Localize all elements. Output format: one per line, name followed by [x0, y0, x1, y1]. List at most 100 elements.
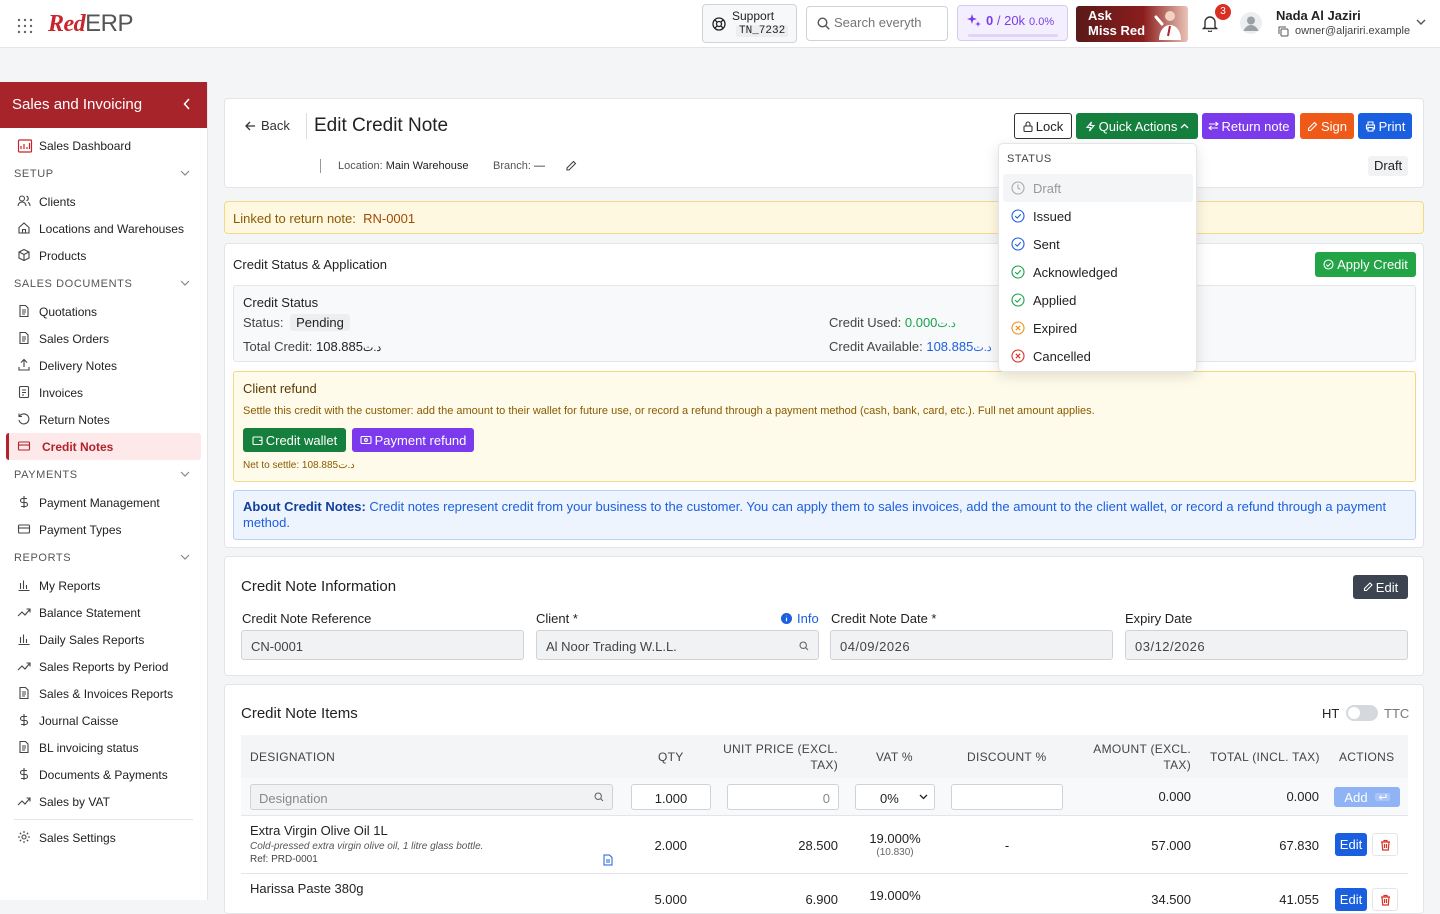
copy-icon[interactable]: [1278, 26, 1289, 37]
quick-actions-button[interactable]: Quick Actions: [1076, 113, 1198, 139]
currency-symbol: د.ت: [338, 460, 355, 471]
chevron-down-icon[interactable]: [1416, 19, 1426, 26]
app-logo[interactable]: RedERP: [48, 10, 134, 38]
edit-item-button[interactable]: Edit: [1335, 833, 1367, 856]
sign-button[interactable]: Sign: [1300, 113, 1354, 139]
sidebar-item-bl-invoicing-status[interactable]: BL invoicing status: [0, 734, 207, 761]
delete-item-button[interactable]: [1372, 833, 1398, 856]
credit-note-date-field[interactable]: 04/09/2026: [830, 630, 1113, 660]
pencil-icon[interactable]: [565, 160, 577, 172]
status-option-applied[interactable]: Applied: [1003, 286, 1193, 314]
collapse-sidebar-icon[interactable]: [183, 98, 191, 110]
back-button[interactable]: Back: [245, 118, 290, 133]
apply-credit-button[interactable]: Apply Credit: [1315, 252, 1416, 277]
credit-note-items-title: Credit Note Items: [241, 705, 358, 722]
trending-up-icon: [17, 605, 31, 619]
status-option-issued[interactable]: Issued: [1003, 202, 1193, 230]
sidebar-section-reports[interactable]: REPORTS: [0, 543, 207, 572]
item-total: 67.830: [1279, 838, 1319, 853]
column-qty: QTY: [658, 750, 684, 764]
sidebar-item-locations[interactable]: Locations and Warehouses: [0, 215, 207, 242]
sidebar-item-my-reports[interactable]: My Reports: [0, 572, 207, 599]
column-vat: VAT %: [876, 750, 913, 764]
status-option-label: Applied: [1033, 293, 1077, 308]
sidebar-item-credit-notes[interactable]: Credit Notes: [6, 433, 201, 460]
sidebar-section-sales-documents[interactable]: SALES DOCUMENTS: [0, 269, 207, 298]
sidebar-section-setup[interactable]: SETUP: [0, 159, 207, 188]
status-option-acknowledged[interactable]: Acknowledged: [1003, 258, 1193, 286]
sidebar-item-documents-payments[interactable]: Documents & Payments: [0, 761, 207, 788]
ask-miss-red-button[interactable]: Ask Miss Red: [1076, 6, 1188, 42]
credit-wallet-button[interactable]: Credit wallet: [243, 428, 346, 452]
sidebar-item-sales-settings[interactable]: Sales Settings: [0, 824, 207, 851]
sidebar-item-delivery-notes[interactable]: Delivery Notes: [0, 352, 207, 379]
status-option-sent[interactable]: Sent: [1003, 230, 1193, 258]
item-amount: 57.000: [1151, 838, 1191, 853]
return-note-button[interactable]: Return note: [1202, 113, 1295, 139]
sidebar-title-text: Sales and Invoicing: [12, 96, 143, 113]
designation-input[interactable]: Designation: [250, 784, 613, 810]
sidebar-item-return-notes[interactable]: Return Notes: [0, 406, 207, 433]
add-item-button[interactable]: Add: [1334, 787, 1400, 807]
lock-button[interactable]: Lock: [1014, 113, 1072, 139]
sidebar-item-sales-invoices-reports[interactable]: Sales & Invoices Reports: [0, 680, 207, 707]
apps-grid-icon[interactable]: [17, 18, 33, 34]
sidebar-item-daily-sales-reports[interactable]: Daily Sales Reports: [0, 626, 207, 653]
top-bar: RedERP Support TN_7232 0 / 20k0.0% Ask M…: [0, 0, 1440, 48]
client-field[interactable]: Al Noor Trading W.L.L.: [536, 630, 819, 660]
check-circle-icon: [1011, 237, 1025, 251]
sidebar-item-products[interactable]: Products: [0, 242, 207, 269]
sidebar-item-sales-reports-by-period[interactable]: Sales Reports by Period: [0, 653, 207, 680]
expiry-date-field[interactable]: 03/12/2026: [1125, 630, 1408, 660]
client-refund-box: Client refund Settle this credit with th…: [233, 371, 1416, 482]
item-discount: -: [1004, 838, 1010, 853]
user-avatar[interactable]: [1240, 12, 1262, 34]
sidebar-item-quotations[interactable]: Quotations: [0, 298, 207, 325]
sidebar-item-sales-orders[interactable]: Sales Orders: [0, 325, 207, 352]
search-icon: [817, 17, 830, 30]
edit-info-button[interactable]: Edit: [1353, 575, 1408, 599]
sidebar-section-payments[interactable]: PAYMENTS: [0, 460, 207, 489]
client-info-link[interactable]: Info: [781, 611, 819, 626]
sidebar-item-sales-by-vat[interactable]: Sales by VAT: [0, 788, 207, 815]
print-button[interactable]: Print: [1358, 113, 1412, 139]
payment-refund-button[interactable]: Payment refund: [352, 428, 474, 452]
sidebar-item-payment-management[interactable]: Payment Management: [0, 489, 207, 516]
enter-key-icon: [1374, 793, 1390, 801]
status-option-expired[interactable]: Expired: [1003, 314, 1193, 342]
user-name[interactable]: Nada Al Jaziri: [1276, 8, 1361, 23]
sidebar-item-label: Products: [39, 248, 87, 263]
sidebar-item-payment-types[interactable]: Payment Types: [0, 516, 207, 543]
upload-icon: [17, 358, 31, 372]
sidebar-item-clients[interactable]: Clients: [0, 188, 207, 215]
chevron-down-icon: [180, 170, 190, 176]
discount-input[interactable]: [951, 784, 1063, 810]
client-refund-title: Client refund: [243, 381, 317, 396]
reference-field[interactable]: CN-0001: [241, 630, 524, 660]
sidebar-item-journal-caisse[interactable]: Journal Caisse: [0, 707, 207, 734]
qty-input[interactable]: 1.000: [631, 784, 711, 810]
ai-credits-widget[interactable]: 0 / 20k 0.0%: [957, 5, 1068, 41]
status-option-cancelled[interactable]: Cancelled: [1003, 342, 1193, 370]
linked-return-note-link[interactable]: RN-0001: [363, 211, 415, 226]
sidebar-item-label: Invoices: [39, 385, 84, 400]
chevron-up-icon: [1180, 123, 1189, 129]
edit-item-label: Edit: [1339, 837, 1363, 852]
global-search[interactable]: [806, 6, 948, 41]
table-row: Extra Virgin Olive Oil 1L Cold-pressed e…: [241, 816, 1408, 874]
ht-ttc-toggle[interactable]: [1346, 705, 1378, 721]
file-text-icon[interactable]: [603, 854, 613, 866]
unit-price-input[interactable]: 0: [727, 784, 839, 810]
status-option-label: Expired: [1033, 321, 1078, 336]
sidebar-item-balance-statement[interactable]: Balance Statement: [0, 599, 207, 626]
column-actions: ACTIONS: [1339, 750, 1395, 764]
status-option-label: Issued: [1033, 209, 1072, 224]
info-icon: [781, 613, 792, 624]
support-button[interactable]: Support TN_7232: [702, 4, 797, 43]
item-unit-price: 28.500: [798, 838, 838, 853]
search-input[interactable]: [834, 15, 944, 30]
vat-select[interactable]: 0%: [855, 784, 935, 810]
column-amount: AMOUNT (EXCL. TAX): [1074, 741, 1191, 773]
sidebar-item-invoices[interactable]: Invoices: [0, 379, 207, 406]
sidebar-item-sales-dashboard[interactable]: Sales Dashboard: [0, 132, 207, 159]
